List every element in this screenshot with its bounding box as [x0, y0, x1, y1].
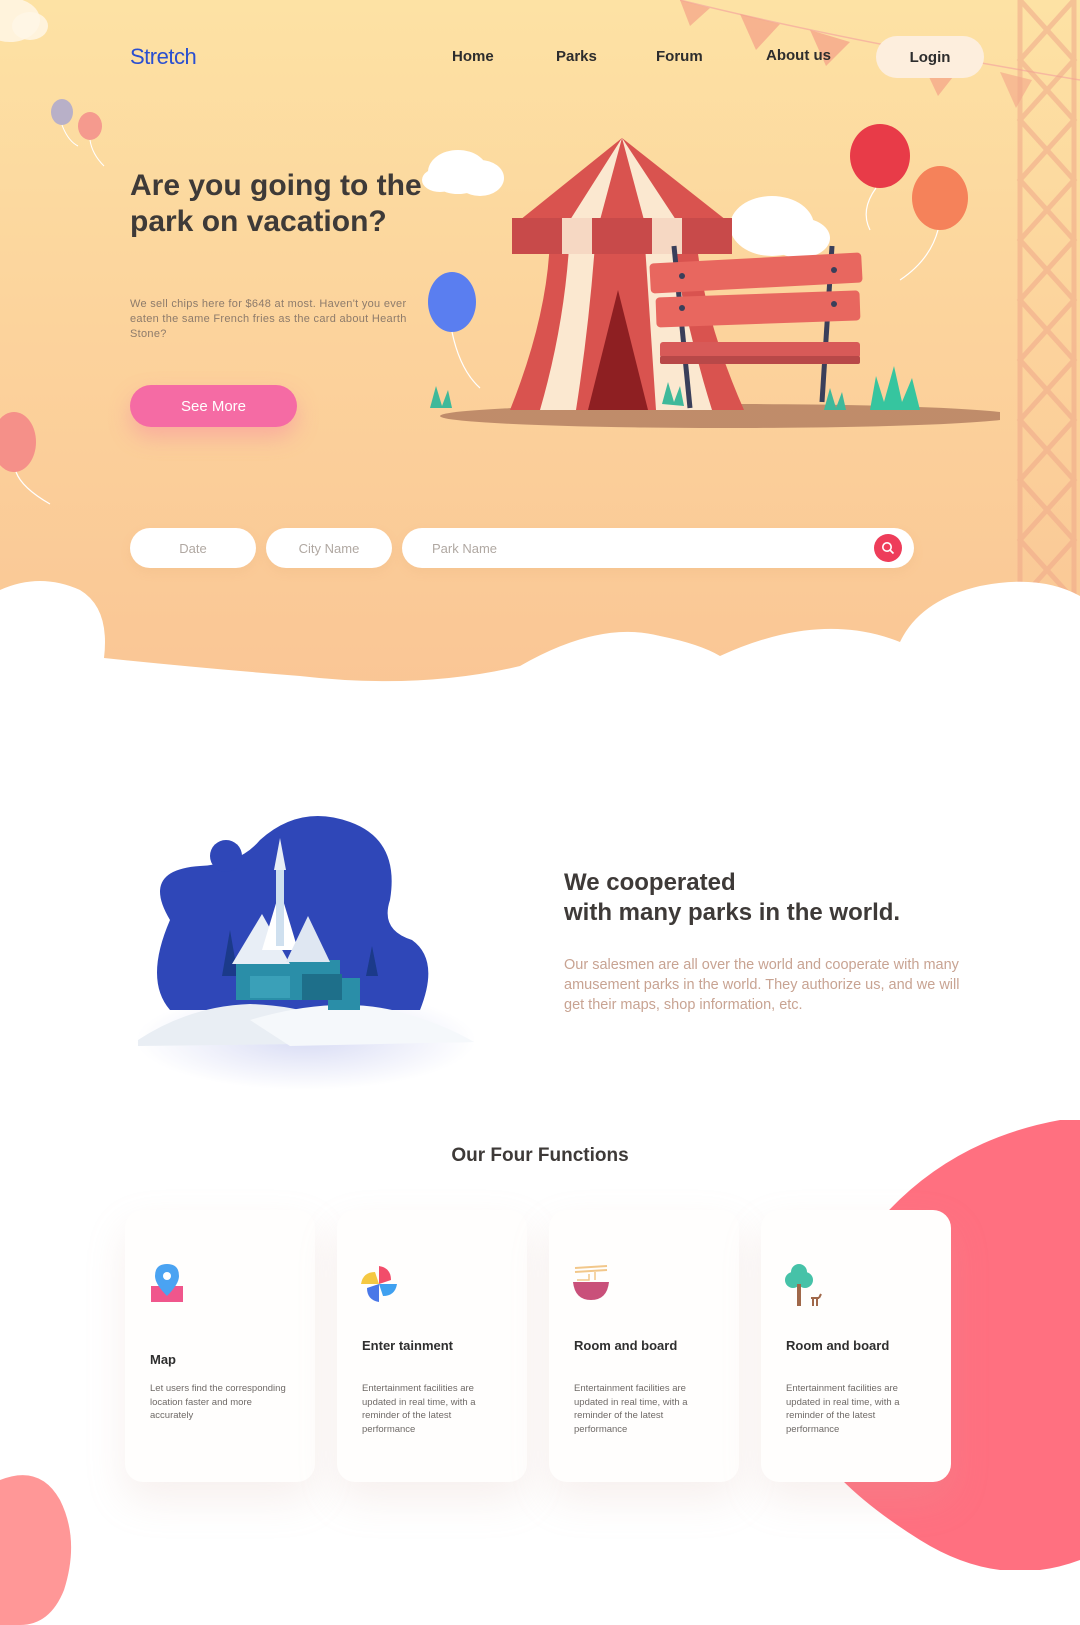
hero-subtitle: We sell chips here for $648 at most. Hav…	[130, 298, 407, 340]
tree-icon	[785, 1264, 822, 1306]
nav-link-about[interactable]: About us	[766, 47, 831, 64]
search-button[interactable]	[874, 534, 902, 562]
nav-link-forum[interactable]: Forum	[656, 48, 703, 65]
partners-title-line1: We cooperated	[564, 869, 736, 896]
balloons-decoration	[51, 99, 105, 167]
function-card-room-board-2[interactable]: Room and board Entertainment facilities …	[761, 1210, 951, 1482]
card-description: Let users find the corresponding locatio…	[150, 1383, 286, 1421]
hero-section: Stretch Home Parks Forum About us Login …	[0, 0, 1080, 740]
login-button[interactable]: Login	[876, 36, 984, 78]
cloud-decoration	[0, 0, 48, 42]
map-pin-icon	[151, 1264, 183, 1302]
partners-title: We cooperated with many parks in the wor…	[564, 868, 1004, 928]
function-card-entertainment[interactable]: Enter tainment Entertainment facilities …	[337, 1210, 527, 1482]
date-field[interactable]	[130, 528, 256, 568]
noodle-bowl-icon	[573, 1265, 609, 1300]
partners-title-line2: with many parks in the world.	[564, 899, 901, 926]
card-title: Room and board	[574, 1338, 678, 1353]
hero-title: Are you going to the park on vacation?	[130, 169, 422, 238]
card-title: Enter tainment	[362, 1338, 454, 1353]
logo[interactable]: Stretch	[130, 44, 197, 70]
card-title: Room and board	[786, 1338, 890, 1353]
cloud-divider	[0, 581, 1080, 740]
nav-link-home[interactable]: Home	[452, 48, 494, 65]
partners-description: Our salesmen are all over the world and …	[564, 957, 960, 1013]
function-card-room-board[interactable]: Room and board Entertainment facilities …	[549, 1210, 739, 1482]
card-description: Entertainment facilities are updated in …	[786, 1383, 900, 1435]
nav-link-parks[interactable]: Parks	[556, 48, 597, 65]
tower-decoration	[1016, 0, 1078, 620]
circus-tent-illustration	[422, 124, 1000, 428]
balloon-decoration	[0, 412, 51, 505]
park-name-field[interactable]	[402, 528, 914, 568]
card-title: Map	[150, 1352, 176, 1367]
pinwheel-icon	[361, 1266, 397, 1302]
functions-title: Our Four Functions	[451, 1145, 629, 1166]
card-description: Entertainment facilities are updated in …	[574, 1383, 688, 1435]
see-more-button[interactable]: See More	[130, 385, 297, 427]
function-card-map[interactable]: Map Let users find the corresponding loc…	[125, 1210, 315, 1482]
card-description: Entertainment facilities are updated in …	[362, 1383, 476, 1435]
search-icon	[882, 542, 895, 555]
city-name-field[interactable]	[266, 528, 392, 568]
coral-blob-decoration-left	[0, 1475, 72, 1625]
castle-illustration	[136, 816, 476, 1090]
